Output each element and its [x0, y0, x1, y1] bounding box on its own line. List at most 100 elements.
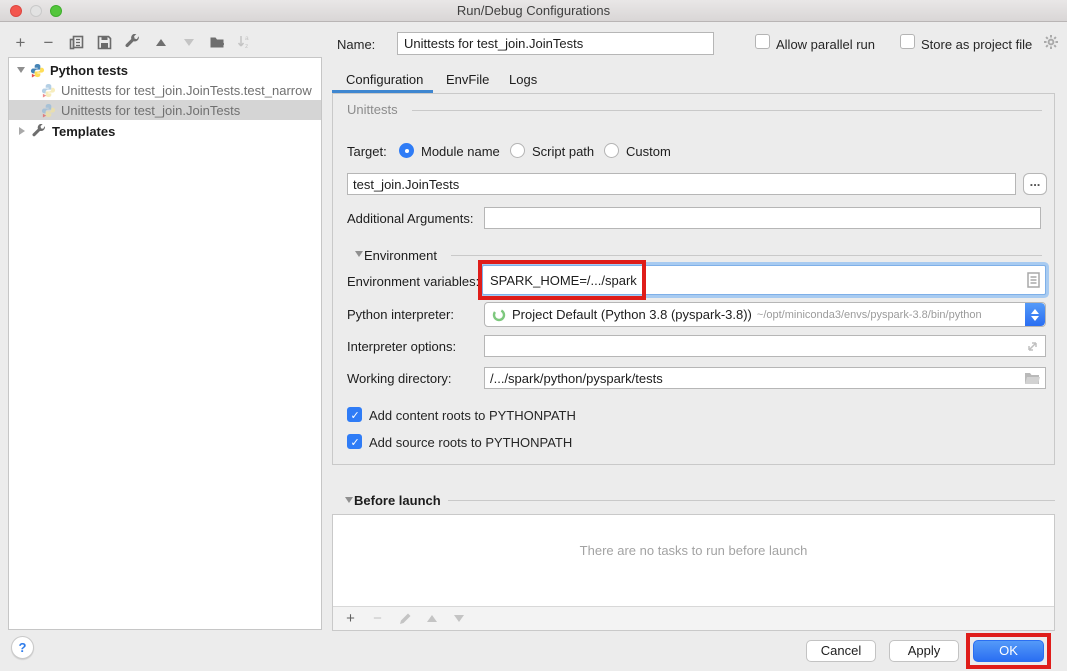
remove-configuration-button[interactable]: − — [40, 34, 57, 51]
ok-button[interactable]: OK — [973, 640, 1044, 662]
interpreter-name: Project Default (Python 3.8 (pyspark-3.8… — [512, 307, 752, 322]
tree-item-unittests-test-narrow[interactable]: Unittests for test_join.JoinTests.test_n… — [9, 80, 321, 100]
section-divider — [451, 255, 1042, 256]
conda-env-icon — [492, 308, 506, 322]
before-launch-empty-text: There are no tasks to run before launch — [333, 543, 1054, 558]
help-button[interactable]: ? — [11, 636, 34, 659]
python-tests-icon — [30, 63, 45, 78]
store-as-project-file-checkbox[interactable] — [900, 34, 915, 49]
target-script-path-radio[interactable] — [510, 143, 525, 158]
browse-target-button[interactable]: ... — [1023, 173, 1047, 195]
down-arrow-icon — [184, 39, 194, 46]
add-content-roots-label: Add content roots to PYTHONPATH — [369, 408, 576, 423]
move-task-up-button[interactable] — [424, 611, 439, 626]
cancel-button[interactable]: Cancel — [806, 640, 876, 662]
target-module-name-label: Module name — [421, 144, 500, 159]
save-icon — [97, 35, 112, 50]
target-custom-radio[interactable] — [604, 143, 619, 158]
svg-text:a: a — [245, 35, 249, 42]
remove-task-button[interactable]: − — [370, 611, 385, 626]
store-as-project-file-label: Store as project file — [921, 37, 1032, 52]
environment-collapse-icon[interactable] — [355, 251, 363, 257]
target-input[interactable] — [347, 173, 1016, 195]
python-test-icon — [41, 103, 56, 118]
window-title: Run/Debug Configurations — [0, 3, 1067, 18]
environment-variables-input[interactable] — [485, 268, 1023, 292]
down-arrow-icon — [454, 615, 464, 622]
working-directory-input[interactable] — [484, 367, 1046, 389]
add-content-roots-checkbox[interactable] — [347, 407, 362, 422]
gear-icon — [1043, 34, 1059, 50]
wrench-icon — [125, 34, 141, 50]
move-down-button[interactable] — [180, 34, 197, 51]
tree-item-label: Python tests — [50, 63, 128, 78]
browse-environment-variables-button[interactable] — [1027, 272, 1040, 291]
svg-text:z: z — [245, 43, 248, 50]
run-debug-configurations-dialog: Run/Debug Configurations + − az Python t… — [0, 0, 1067, 671]
interpreter-options-label: Interpreter options: — [347, 339, 456, 354]
before-launch-toolbar: + − — [333, 606, 1054, 630]
working-directory-label: Working directory: — [347, 371, 452, 386]
target-label: Target: — [347, 144, 387, 159]
move-task-down-button[interactable] — [451, 611, 466, 626]
up-arrow-icon — [427, 615, 437, 622]
up-arrow-icon — [156, 39, 166, 46]
add-task-button[interactable]: + — [343, 611, 358, 626]
tree-item-label: Templates — [52, 124, 115, 139]
allow-parallel-run-label: Allow parallel run — [776, 37, 875, 52]
move-up-button[interactable] — [152, 34, 169, 51]
tree-item-label: Unittests for test_join.JoinTests — [61, 103, 240, 118]
templates-wrench-icon — [32, 124, 47, 139]
chevron-down-icon[interactable] — [17, 67, 25, 73]
python-interpreter-select[interactable]: Project Default (Python 3.8 (pyspark-3.8… — [484, 302, 1046, 327]
edit-templates-button[interactable] — [124, 34, 141, 51]
browse-folder-button[interactable] — [1024, 371, 1041, 388]
copy-configuration-button[interactable] — [68, 34, 85, 51]
section-divider — [448, 500, 1055, 501]
tree-item-python-tests[interactable]: Python tests — [9, 60, 321, 80]
tree-item-unittests-jointests[interactable]: Unittests for test_join.JoinTests — [9, 100, 321, 120]
folder-add-icon — [209, 34, 225, 50]
python-test-icon — [41, 83, 56, 98]
python-interpreter-label: Python interpreter: — [347, 307, 454, 322]
titlebar: Run/Debug Configurations — [0, 0, 1067, 22]
expand-icon — [1026, 340, 1039, 353]
interpreter-path: ~/opt/miniconda3/envs/pyspark-3.8/bin/py… — [757, 309, 982, 321]
name-input[interactable] — [397, 32, 714, 55]
sort-configurations-button[interactable]: az — [236, 34, 253, 51]
dropdown-stepper-icon[interactable] — [1025, 303, 1045, 326]
chevron-right-icon[interactable] — [19, 127, 25, 135]
unittests-group-title: Unittests — [347, 102, 398, 117]
target-script-path-label: Script path — [532, 144, 594, 159]
add-configuration-button[interactable]: + — [12, 34, 29, 51]
tab-configuration[interactable]: Configuration — [346, 72, 423, 87]
configurations-toolbar: + − az — [12, 31, 253, 53]
folder-icon — [1024, 371, 1041, 385]
before-launch-title: Before launch — [354, 493, 441, 508]
sort-az-icon: az — [237, 34, 252, 50]
interpreter-options-input[interactable] — [484, 335, 1046, 357]
pencil-icon — [398, 612, 412, 626]
additional-arguments-input[interactable] — [484, 207, 1041, 229]
allow-parallel-run-checkbox[interactable] — [755, 34, 770, 49]
save-configuration-button[interactable] — [96, 34, 113, 51]
target-custom-label: Custom — [626, 144, 671, 159]
environment-variables-field — [482, 265, 1046, 295]
name-label: Name: — [337, 37, 375, 52]
environment-section-title: Environment — [364, 248, 437, 263]
before-launch-panel: There are no tasks to run before launch … — [332, 514, 1055, 631]
copy-icon — [69, 35, 84, 50]
tab-envfile[interactable]: EnvFile — [446, 72, 489, 87]
store-options-button[interactable] — [1043, 34, 1059, 50]
edit-task-button[interactable] — [397, 611, 412, 626]
before-launch-collapse-icon[interactable] — [345, 497, 353, 503]
apply-button[interactable]: Apply — [889, 640, 959, 662]
add-source-roots-checkbox[interactable] — [347, 434, 362, 449]
target-module-name-radio[interactable] — [399, 143, 414, 158]
tab-logs[interactable]: Logs — [509, 72, 537, 87]
tree-item-label: Unittests for test_join.JoinTests.test_n… — [61, 83, 312, 98]
configurations-tree: Python tests Unittests for test_join.Joi… — [8, 57, 322, 630]
new-folder-button[interactable] — [208, 34, 225, 51]
tree-item-templates[interactable]: Templates — [9, 121, 321, 141]
expand-field-button[interactable] — [1026, 340, 1039, 356]
